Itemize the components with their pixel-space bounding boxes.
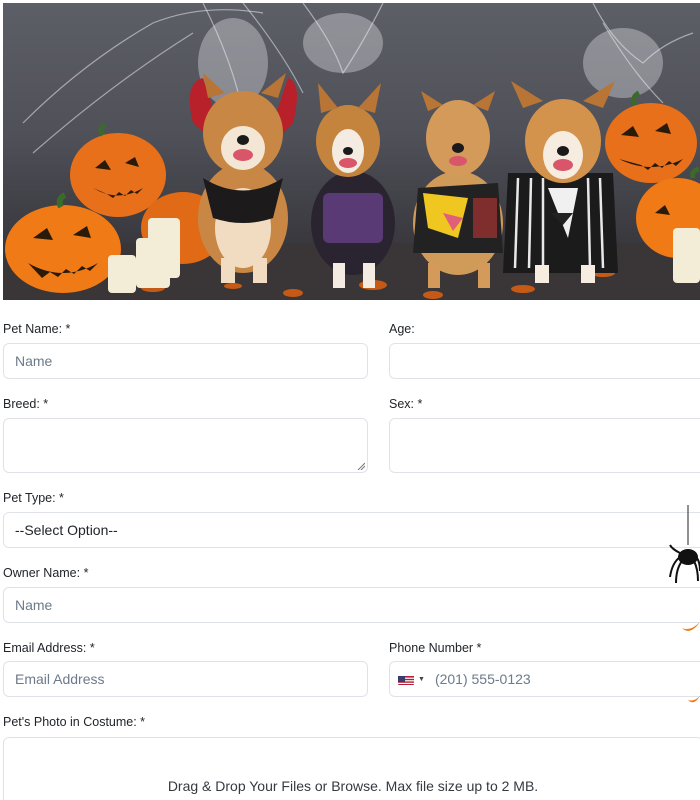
owner-name-label: Owner Name: * (3, 566, 89, 580)
pumpkin-left-back (70, 122, 166, 217)
dog-2 (311, 83, 395, 288)
pet-type-select[interactable]: --Select Option-- (3, 512, 700, 548)
phone-label: Phone Number * (389, 641, 482, 655)
pet-name-label: Pet Name: * (3, 322, 71, 336)
pumpkin-crescent-icon (688, 696, 700, 703)
age-input[interactable] (389, 343, 700, 379)
pumpkin-right-top (605, 90, 697, 183)
owner-name-placeholder: Name (15, 597, 53, 613)
phone-input[interactable]: ▼ (201) 555-0123 (389, 661, 700, 697)
page: Pet Name: * Name Age: Breed: * Sex: * Pe… (0, 0, 700, 800)
email-label: Email Address: * (3, 641, 95, 655)
pet-type-selected: --Select Option-- (15, 522, 118, 538)
photo-dropzone[interactable]: Drag & Drop Your Files or Browse. Max fi… (3, 737, 700, 800)
pumpkin-crescent-icon (682, 622, 700, 631)
breed-textarea[interactable] (3, 418, 368, 473)
pet-name-placeholder: Name (15, 353, 53, 369)
owner-name-input[interactable]: Name (3, 587, 700, 623)
dog-3 (413, 91, 503, 288)
resize-handle-icon[interactable] (357, 462, 365, 470)
sex-label: Sex: * (389, 397, 423, 411)
pet-type-label: Pet Type: * (3, 491, 64, 505)
age-label: Age: (389, 322, 415, 336)
us-flag-icon[interactable] (398, 674, 414, 685)
breed-label: Breed: * (3, 397, 49, 411)
sex-input[interactable] (389, 418, 700, 473)
email-placeholder: Email Address (15, 671, 105, 687)
email-input[interactable]: Email Address (3, 661, 368, 697)
pet-name-input[interactable]: Name (3, 343, 368, 379)
phone-placeholder: (201) 555-0123 (434, 671, 531, 687)
country-dropdown-caret-icon[interactable]: ▼ (418, 676, 425, 683)
dog-4 (503, 81, 618, 283)
photo-label: Pet's Photo in Costume: * (3, 715, 146, 729)
hero-illustration (3, 3, 700, 300)
dropzone-text: Drag & Drop Your Files or Browse. Max fi… (167, 778, 539, 794)
spider-icon (669, 505, 700, 584)
hero-image (3, 3, 700, 300)
